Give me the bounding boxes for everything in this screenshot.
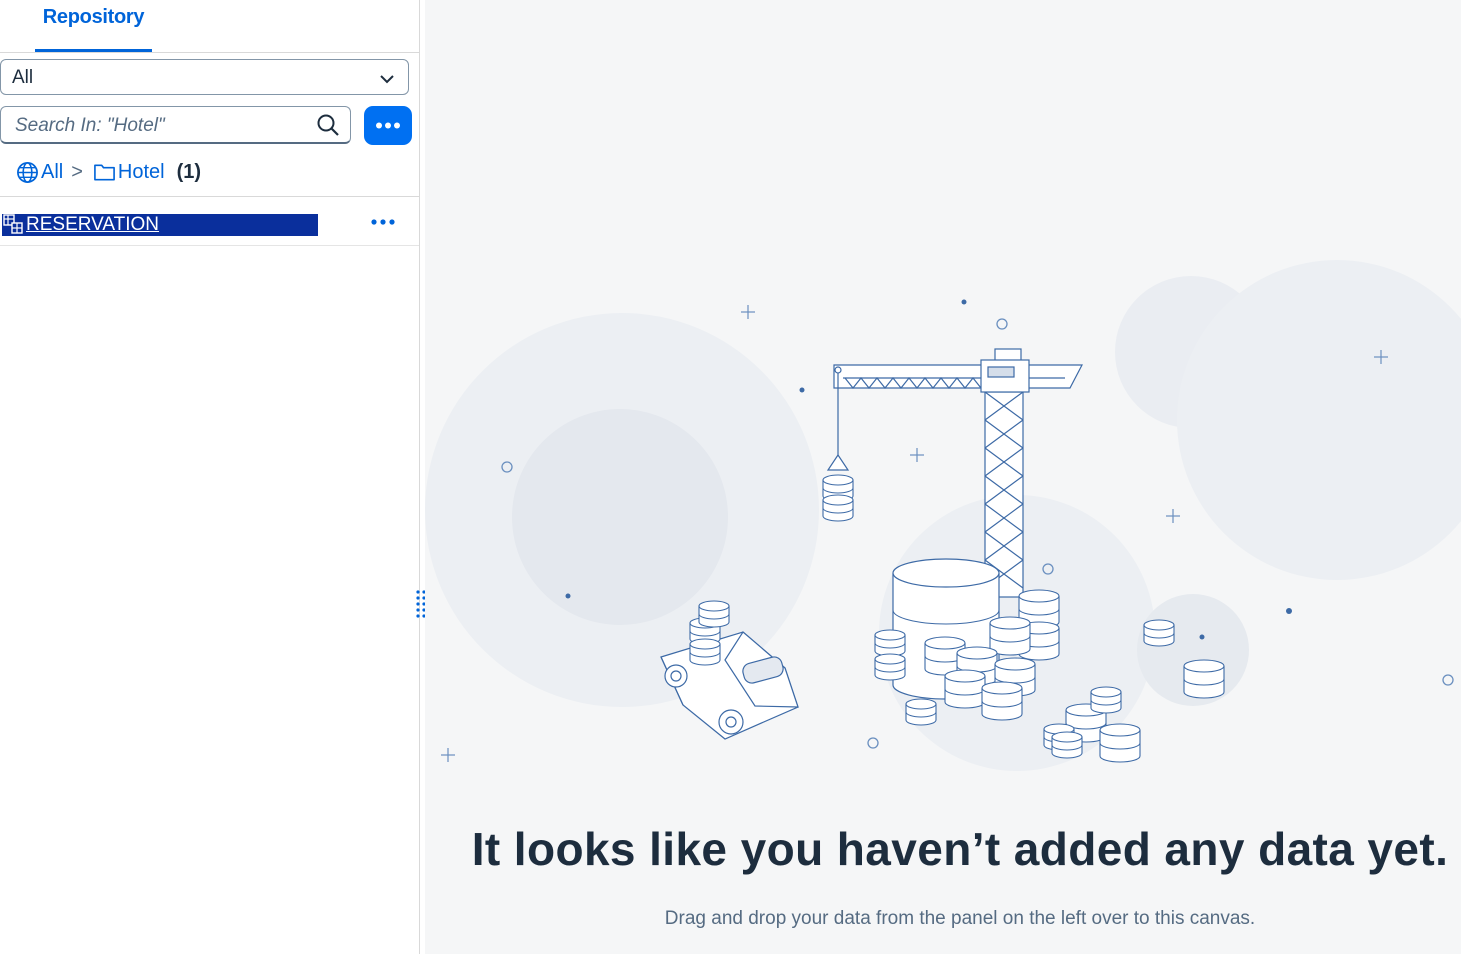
- empty-state-title: It looks like you haven’t added any data…: [471, 823, 1449, 875]
- data-canvas[interactable]: It looks like you haven’t added any data…: [425, 0, 1461, 954]
- empty-state-description: Drag and drop your data from the panel o…: [664, 908, 1256, 929]
- search-icon[interactable]: [316, 113, 340, 137]
- search-field[interactable]: [0, 106, 351, 144]
- search-input[interactable]: [13, 113, 307, 139]
- list-item-name[interactable]: RESERVATION: [26, 214, 159, 236]
- overflow-icon: [376, 122, 400, 129]
- breadcrumb: All > Hotel (1): [16, 158, 201, 186]
- object-type-select[interactable]: All: [0, 59, 409, 95]
- breadcrumb-separator: >: [71, 160, 83, 183]
- breadcrumb-all-label: All: [41, 160, 64, 183]
- breadcrumb-all[interactable]: All: [16, 161, 63, 184]
- breadcrumb-hotel-label: Hotel: [117, 160, 165, 183]
- chevron-down-icon: [380, 75, 394, 84]
- tab-repository[interactable]: Repository: [35, 0, 152, 52]
- panel-tab-bar: Repository: [0, 0, 419, 53]
- list-item[interactable]: RESERVATION: [0, 200, 419, 246]
- item-count: (1): [176, 160, 202, 183]
- row-overflow-icon[interactable]: [366, 212, 400, 232]
- divider: [0, 196, 419, 197]
- more-options-button[interactable]: [364, 106, 412, 145]
- breadcrumb-hotel[interactable]: Hotel: [93, 161, 165, 184]
- repository-panel: Repository All All >: [0, 0, 420, 954]
- folder-icon: [94, 164, 115, 181]
- globe-icon: [17, 161, 38, 183]
- object-type-select-value: All: [12, 67, 34, 88]
- table-icon: [3, 214, 23, 234]
- empty-state-illustration: [425, 260, 1461, 771]
